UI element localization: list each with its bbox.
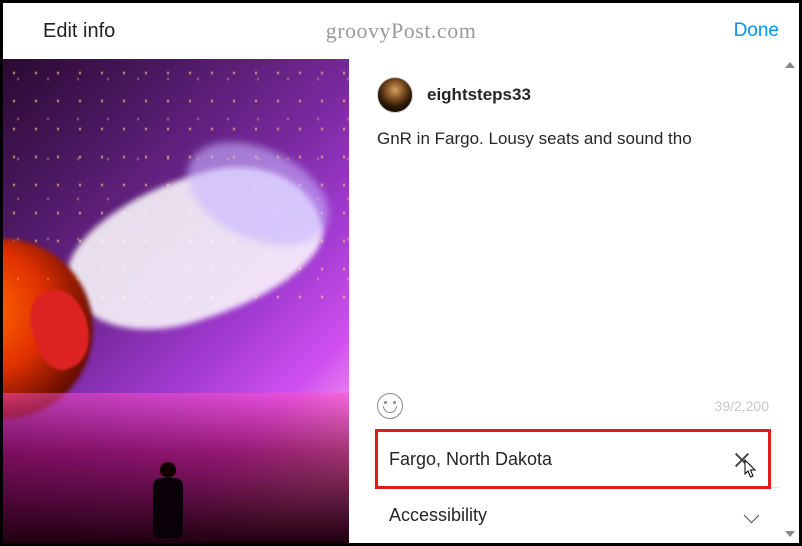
caption-footer: 39/2,200 <box>377 387 789 431</box>
location-label: Fargo, North Dakota <box>389 449 552 470</box>
location-row-wrap: Fargo, North Dakota <box>377 431 779 487</box>
edit-info-modal: Edit info groovyPost.com Done eightsteps… <box>0 0 802 546</box>
smile-icon <box>383 406 397 413</box>
scroll-down-icon[interactable] <box>785 531 795 537</box>
caption-area[interactable]: GnR in Fargo. Lousy seats and sound tho <box>377 127 789 151</box>
modal-header: Edit info groovyPost.com Done <box>3 3 799 59</box>
scroll-up-icon[interactable] <box>785 62 795 68</box>
scrollbar[interactable] <box>783 59 797 543</box>
spacer <box>377 151 789 387</box>
accessibility-row[interactable]: Accessibility <box>377 487 779 543</box>
modal-title: Edit info <box>43 20 115 43</box>
post-image <box>3 59 349 543</box>
char-counter: 39/2,200 <box>715 398 770 414</box>
caption-text[interactable]: GnR in Fargo. Lousy seats and sound tho <box>377 127 789 151</box>
watermark-text: groovyPost.com <box>326 18 477 44</box>
image-decor <box>153 478 183 538</box>
avatar <box>377 77 413 113</box>
emoji-picker-button[interactable] <box>377 393 403 419</box>
chevron-down-icon <box>743 507 761 525</box>
author-line: eightsteps33 <box>377 77 789 113</box>
modal-body: eightsteps33 GnR in Fargo. Lousy seats a… <box>3 59 799 543</box>
location-row[interactable]: Fargo, North Dakota <box>377 431 769 487</box>
image-decor <box>171 122 345 267</box>
close-icon[interactable] <box>733 451 751 469</box>
username: eightsteps33 <box>427 85 531 105</box>
accessibility-label: Accessibility <box>389 505 487 526</box>
edit-panel: eightsteps33 GnR in Fargo. Lousy seats a… <box>349 59 799 543</box>
done-button[interactable]: Done <box>734 20 779 42</box>
